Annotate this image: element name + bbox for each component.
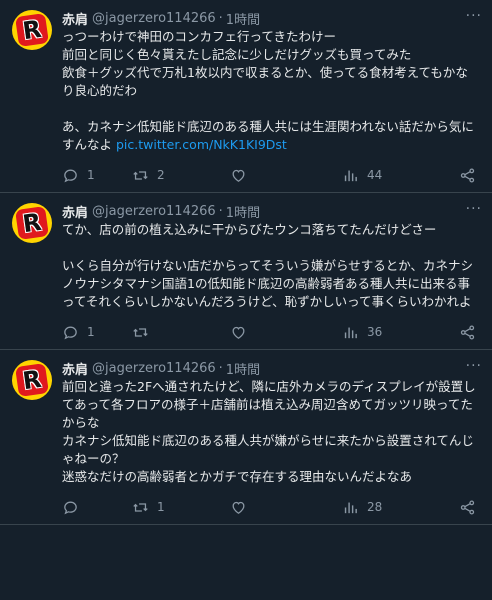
more-dots-icon[interactable]: ··· [466,358,482,374]
user-handle[interactable]: @jagerzero114266 [92,204,216,219]
share-icon [460,499,475,515]
views-count: 36 [367,325,383,339]
retweet-button[interactable]: 2 [132,167,230,184]
views-bar-chart-icon [344,327,357,338]
more-dots-icon[interactable]: ··· [466,201,482,217]
like-button[interactable] [230,167,342,184]
tweet-text-content: てか、店の前の植え込みに干からびたウンコ落ちてたんだけどさー いくら自分が行けな… [62,222,474,309]
tweet-text-content: 前回と違った2Fへ通されたけど、隣に店外カメラのディスプレイが設置してあって各フ… [62,379,476,484]
display-name[interactable]: 赤肩 [62,9,88,28]
reply-button[interactable] [62,499,132,516]
tweet[interactable]: R ··· 赤肩 @jagerzero114266 · 1時間 前回と違った2F… [0,350,492,525]
retweet-count: 2 [157,168,165,182]
retweet-icon [133,327,148,337]
tweet-header: 赤肩 @jagerzero114266 · 1時間 [62,8,480,28]
avatar[interactable]: R [12,203,52,243]
reply-button[interactable]: 1 [62,324,132,341]
reply-button[interactable]: 1 [62,167,132,184]
action-bar: 1 36 [62,315,480,349]
share-icon [460,324,475,340]
share-button[interactable] [459,167,476,184]
views-button[interactable]: 28 [342,499,422,516]
retweet-icon [133,170,148,180]
avatar-letter: R [20,207,44,239]
retweet-button[interactable]: 1 [132,499,230,516]
tweet-header: 赤肩 @jagerzero114266 · 1時間 [62,201,480,221]
views-bar-chart-icon [344,502,357,513]
display-name[interactable]: 赤肩 [62,359,88,378]
avatar[interactable]: R [12,360,52,400]
timestamp[interactable]: 1時間 [226,359,260,378]
tweet-text: 前回と違った2Fへ通されたけど、隣に店外カメラのディスプレイが設置してあって各フ… [62,378,480,486]
tweet[interactable]: R ··· 赤肩 @jagerzero114266 · 1時間 てか、店の前の植… [0,193,492,350]
views-button[interactable]: 36 [342,324,422,341]
timestamp[interactable]: 1時間 [226,9,260,28]
retweet-count: 1 [157,500,165,514]
action-bar: 1 2 44 [62,158,480,192]
display-name[interactable]: 赤肩 [62,202,88,221]
heart-icon [232,169,245,182]
separator-dot: · [218,10,223,26]
separator-dot: · [218,203,223,219]
like-button[interactable] [230,499,342,516]
reply-bubble-icon [64,501,77,514]
views-bar-chart-icon [344,170,357,181]
retweet-icon [133,502,148,512]
avatar-letter: R [20,364,44,396]
avatar-logo: R [15,13,49,47]
tweet-text: っつーわけで神田のコンカフェ行ってきたわけー 前回と同じく色々貰えたし記念に少し… [62,28,480,154]
timestamp[interactable]: 1時間 [226,202,260,221]
more-dots-icon[interactable]: ··· [466,8,482,24]
user-handle[interactable]: @jagerzero114266 [92,11,216,26]
views-count: 44 [367,168,383,182]
tweet-text: てか、店の前の植え込みに干からびたウンコ落ちてたんだけどさー いくら自分が行けな… [62,221,480,311]
tweet-text-content: っつーわけで神田のコンカフェ行ってきたわけー 前回と同じく色々貰えたし記念に少し… [62,29,474,152]
like-button[interactable] [230,324,342,341]
heart-icon [232,501,245,514]
share-button[interactable] [459,324,476,341]
heart-icon [232,326,245,339]
user-handle[interactable]: @jagerzero114266 [92,361,216,376]
media-link[interactable]: pic.twitter.com/NkK1KI9Dst [116,137,287,152]
views-button[interactable]: 44 [342,167,422,184]
reply-bubble-icon [64,169,77,182]
reply-bubble-icon [64,326,77,339]
share-button[interactable] [459,499,476,516]
share-icon [460,167,475,183]
tweet[interactable]: R ··· 赤肩 @jagerzero114266 · 1時間 っつーわけで神田… [0,0,492,193]
avatar[interactable]: R [12,10,52,50]
separator-dot: · [218,360,223,376]
avatar-logo: R [15,363,49,397]
avatar-letter: R [20,14,44,46]
retweet-button[interactable] [132,324,230,341]
action-bar: 1 28 [62,490,480,524]
avatar-logo: R [15,206,49,240]
reply-count: 1 [87,325,95,339]
tweet-header: 赤肩 @jagerzero114266 · 1時間 [62,358,480,378]
views-count: 28 [367,500,383,514]
reply-count: 1 [87,168,95,182]
